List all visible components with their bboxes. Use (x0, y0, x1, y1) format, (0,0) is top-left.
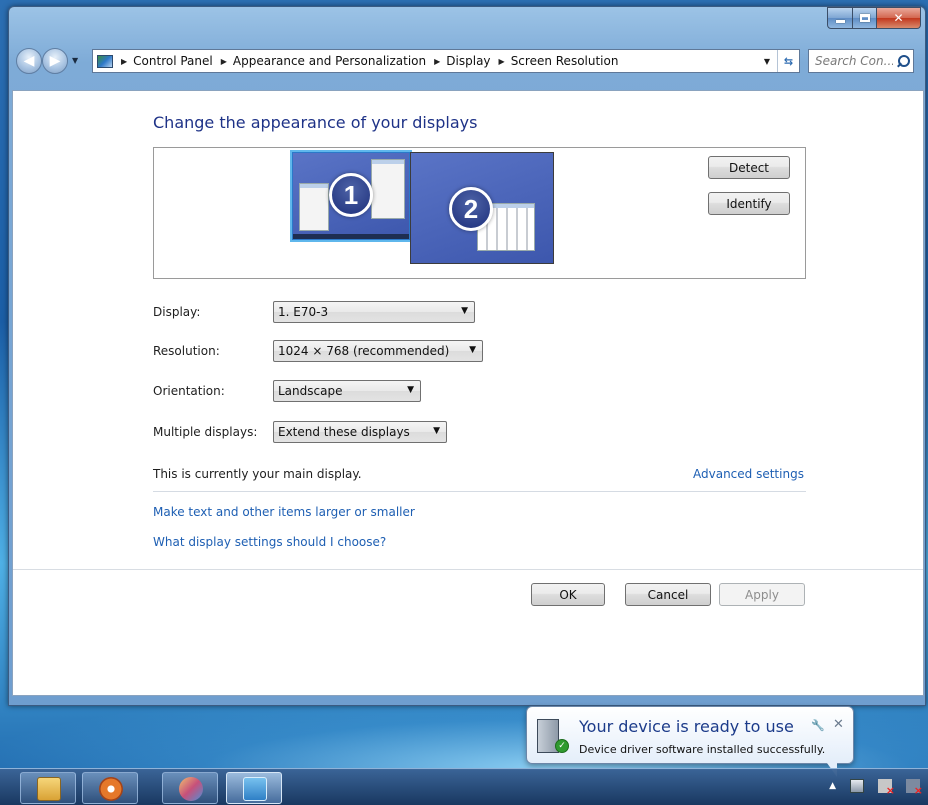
chevron-down-icon: ▼ (763, 56, 771, 66)
taskbar-control-panel[interactable] (226, 772, 282, 804)
chevron-right-icon[interactable]: ▶ (221, 57, 227, 66)
chevron-down-icon: ▼ (407, 385, 414, 395)
display-label: Display: (153, 305, 201, 319)
search-icon[interactable] (896, 54, 910, 68)
device-tray-icon[interactable] (850, 779, 864, 793)
chevron-down-icon: ▼ (461, 306, 468, 316)
breadcrumb-screen-resolution[interactable]: Screen Resolution (511, 54, 619, 68)
address-dropdown[interactable]: ▼ (757, 50, 777, 72)
cancel-button[interactable]: Cancel (625, 583, 711, 606)
multiple-displays-select-value: Extend these displays (278, 425, 410, 439)
window-thumbnail (371, 159, 405, 219)
monitor-number-badge: 1 (329, 173, 373, 217)
refresh-button[interactable]: ⇆ (777, 50, 799, 72)
back-arrow-icon: ◀ (23, 53, 35, 69)
chevron-down-icon: ▼ (469, 345, 476, 355)
network-icon[interactable] (906, 779, 923, 797)
multiple-displays-select[interactable]: Extend these displays ▼ (273, 421, 447, 443)
windows-explorer-icon (37, 777, 61, 801)
breadcrumb-appearance[interactable]: Appearance and Personalization (233, 54, 426, 68)
resolution-label: Resolution: (153, 344, 220, 358)
forward-arrow-icon: ▶ (49, 53, 61, 69)
chevron-right-icon[interactable]: ▶ (121, 57, 127, 66)
minimize-button[interactable] (827, 7, 853, 29)
multiple-displays-label: Multiple displays: (153, 425, 258, 439)
media-player-icon (99, 777, 123, 801)
resolution-select-value: 1024 × 768 (recommended) (278, 344, 450, 358)
close-icon: ✕ (893, 11, 904, 25)
monitor-taskbar (293, 234, 409, 239)
search-input[interactable] (815, 54, 893, 68)
monitor-1[interactable]: 1 (290, 150, 412, 242)
control-panel-icon (243, 777, 267, 801)
address-bar[interactable]: ▶ Control Panel ▶ Appearance and Persona… (92, 49, 800, 73)
apply-button: Apply (719, 583, 805, 606)
taskbar-paint[interactable] (162, 772, 218, 804)
page-title: Change the appearance of your displays (153, 113, 478, 132)
system-tray: ▲ (829, 779, 923, 797)
taskbar-media-player[interactable] (82, 772, 138, 804)
show-hidden-icons-icon[interactable]: ▲ (829, 781, 836, 791)
recent-pages-dropdown[interactable]: ▼ (72, 56, 78, 65)
paint-icon (179, 777, 203, 801)
display-arrangement: 1 2 Detect Identify (153, 147, 806, 279)
close-button[interactable]: ✕ (877, 7, 921, 29)
orientation-select[interactable]: Landscape ▼ (273, 380, 421, 402)
caption-buttons: ✕ (827, 7, 921, 29)
monitor-2[interactable]: 2 (410, 152, 554, 264)
content-pane: Change the appearance of your displays 1… (12, 90, 924, 696)
forward-button[interactable]: ▶ (42, 48, 68, 74)
action-center-icon[interactable] (878, 779, 895, 797)
text-size-link[interactable]: Make text and other items larger or smal… (153, 505, 415, 519)
chevron-right-icon[interactable]: ▶ (434, 57, 440, 66)
close-icon[interactable]: ✕ (833, 717, 844, 732)
notification-title: Your device is ready to use (579, 717, 794, 736)
minimize-icon (835, 20, 845, 23)
refresh-icon: ⇆ (783, 54, 794, 68)
monitor-number-badge: 2 (449, 187, 493, 231)
divider (13, 569, 923, 570)
detect-button[interactable]: Detect (708, 156, 790, 179)
divider (153, 491, 806, 492)
resolution-select[interactable]: 1024 × 768 (recommended) ▼ (273, 340, 483, 362)
orientation-select-value: Landscape (278, 384, 343, 398)
notification-message: Device driver software installed success… (579, 743, 826, 756)
check-icon: ✓ (555, 739, 569, 753)
breadcrumb-display[interactable]: Display (446, 54, 490, 68)
display-select-value: 1. E70-3 (278, 305, 329, 319)
search-box[interactable] (808, 49, 914, 73)
address-controls: ▼ ⇆ (757, 50, 799, 72)
display-select[interactable]: 1. E70-3 ▼ (273, 301, 475, 323)
maximize-button[interactable] (853, 7, 877, 29)
chevron-down-icon: ▼ (433, 426, 440, 436)
advanced-settings-link[interactable]: Advanced settings (693, 467, 804, 481)
breadcrumb-control-panel[interactable]: Control Panel (133, 54, 213, 68)
ok-button[interactable]: OK (531, 583, 605, 606)
maximize-icon (859, 14, 870, 22)
taskbar-windows-explorer[interactable] (20, 772, 76, 804)
main-display-status: This is currently your main display. (153, 467, 362, 481)
back-button[interactable]: ◀ (16, 48, 42, 74)
notification-balloon[interactable]: ✓ Your device is ready to use Device dri… (526, 706, 854, 777)
wrench-icon[interactable]: 🔧 (811, 719, 825, 732)
navigation-bar: ◀ ▶ ▼ ▶ Control Panel ▶ Appearance and P… (10, 48, 916, 74)
identify-button[interactable]: Identify (708, 192, 790, 215)
window-thumbnail (299, 183, 329, 231)
control-panel-icon (97, 54, 113, 68)
chevron-right-icon[interactable]: ▶ (499, 57, 505, 66)
display-help-link[interactable]: What display settings should I choose? (153, 535, 386, 549)
orientation-label: Orientation: (153, 384, 225, 398)
taskbar: ▲ (0, 768, 928, 805)
